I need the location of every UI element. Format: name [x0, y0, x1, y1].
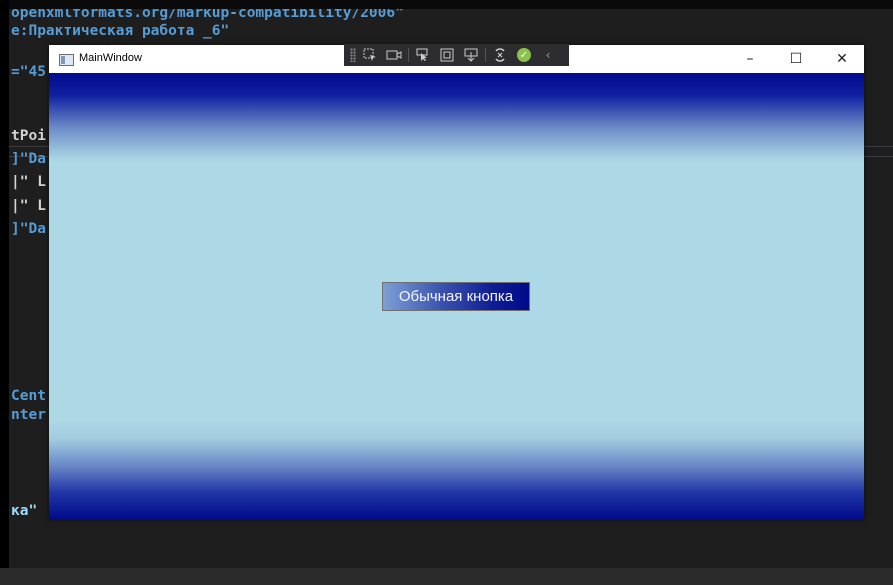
code-line: ка" — [11, 503, 38, 519]
collapse-icon[interactable]: ‹ — [538, 46, 558, 64]
maximize-button[interactable]: ☐ — [773, 45, 819, 73]
code-line: tPoi — [11, 128, 46, 144]
status-strip — [0, 568, 893, 585]
normal-button[interactable]: Обычная кнопка — [382, 282, 530, 311]
code-line: ]"Da — [11, 221, 46, 237]
code-line: nter — [11, 407, 46, 423]
window-content: Обычная кнопка — [49, 73, 864, 519]
code-line: |" L — [11, 174, 46, 190]
grip-handle-icon[interactable] — [350, 48, 356, 62]
window-title: MainWindow — [79, 52, 142, 64]
screen-top-edge — [0, 0, 893, 9]
select-element-icon[interactable] — [360, 46, 380, 64]
toolbar-separator — [485, 48, 486, 62]
code-line: ="45 — [11, 64, 46, 80]
code-line: Cent — [11, 388, 46, 404]
check-icon[interactable]: ✓ — [514, 46, 534, 64]
window-icon — [59, 54, 74, 66]
toolbar-separator — [408, 48, 409, 62]
minimize-button[interactable]: – — [727, 45, 773, 73]
main-window: MainWindow ✓ ‹ – ☐ ✕ Обычная кнопка — [49, 44, 865, 519]
layout-adorner-icon[interactable] — [437, 46, 457, 64]
screen-left-edge — [0, 0, 9, 585]
title-bar[interactable]: MainWindow ✓ ‹ – ☐ ✕ — [49, 44, 865, 73]
code-line: openxmlformats.org/markup-compatibility/… — [11, 9, 404, 21]
code-line: |" L — [11, 198, 46, 214]
close-button[interactable]: ✕ — [819, 45, 865, 73]
pointer-icon[interactable] — [413, 46, 433, 64]
code-line: e:Практическая работа _6" — [11, 23, 230, 39]
xaml-debug-toolbar: ✓ ‹ — [344, 44, 569, 66]
camera-icon[interactable] — [384, 46, 404, 64]
track-focus-icon[interactable] — [461, 46, 481, 64]
code-line: ]"Da — [11, 151, 46, 167]
hot-reload-icon[interactable] — [490, 46, 510, 64]
